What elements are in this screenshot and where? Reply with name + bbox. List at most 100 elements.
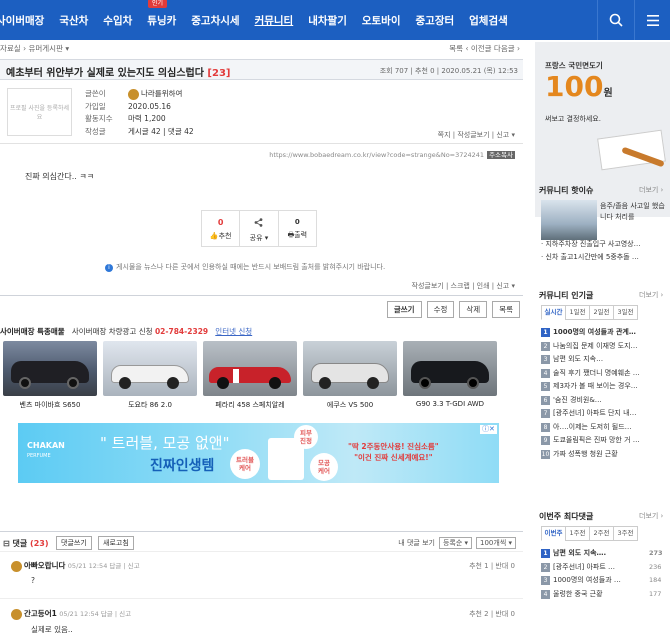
comment-text: ? xyxy=(31,576,35,585)
car-listing[interactable]: 페라리 458 스페치알레 xyxy=(203,341,297,410)
tab-1-day-ago[interactable]: 1일전 xyxy=(565,305,590,320)
weekly-item[interactable]: 1 남편 외도 지속…. 273 xyxy=(541,547,670,561)
comment-author-name[interactable]: 아빠오랍니다 xyxy=(24,561,65,570)
weekly-item[interactable]: 3 1000명의 여성들과 … 184 xyxy=(541,574,670,588)
comments-header: ⊟ 댓글 (23) 댓글쓰기 새로고침 내 댓글 보기 등록순 ▾ 100개씩 … xyxy=(0,535,523,551)
nav-used-market[interactable]: 중고장터 xyxy=(416,13,455,28)
comment-meta[interactable]: 05/21 12:54 답글 | 신고 xyxy=(68,562,140,570)
edit-button[interactable]: 수정 xyxy=(426,301,455,318)
tab-realtime[interactable]: 실시간 xyxy=(541,305,566,320)
popular-item[interactable]: 8 아….이제는 도저히 될드… xyxy=(541,421,640,435)
popular-more-link[interactable]: 더보기 › xyxy=(639,290,663,300)
refresh-comments-button[interactable]: 새로고침 xyxy=(98,536,134,550)
copy-url-button[interactable]: 주소복사 xyxy=(487,151,515,159)
car-listing[interactable]: G90 3.3 T-GDI AWD xyxy=(403,341,497,410)
breadcrumb-path[interactable]: 자료실 › 유머게시판 ▾ xyxy=(0,44,69,53)
car-photo xyxy=(103,341,197,396)
menu-button[interactable] xyxy=(634,0,670,40)
hot-issue-headline[interactable]: 음주/졸음 사고일 했습니다 처리를 xyxy=(600,201,670,223)
per-page-select[interactable]: 100개씩 ▾ xyxy=(476,537,516,549)
popular-item[interactable]: 1 1000명의 여성들과 관계… xyxy=(541,326,640,340)
post-bottom-links[interactable]: 작성글보기 | 스크랩 | 인쇄 | 신고 ▾ xyxy=(412,281,515,291)
post-likes: 추천 0 xyxy=(415,67,435,75)
print-button[interactable]: 0 🖶출력 xyxy=(279,211,316,246)
author-name[interactable]: 나라를위하여 xyxy=(141,89,182,98)
popular-item[interactable]: 2 나눔의집 문제 이재명 도지… xyxy=(541,340,640,354)
popular-title: 커뮤니티 인기글 xyxy=(539,291,594,300)
popular-item[interactable]: 9 도쿄올림픽은 진짜 망한 거 … xyxy=(541,434,640,448)
comment-author-name[interactable]: 간고등어1 xyxy=(24,609,57,618)
nav-tuning-cars[interactable]: 튜닝카 xyxy=(147,13,176,28)
author-actions[interactable]: 쪽지 | 작성글보기 | 신고 ▾ xyxy=(438,130,515,140)
main-menu: 사이버매장 국산차 수입차 튜닝카 중고차시세 커뮤니티 내차팔기 오토바이 중… xyxy=(0,0,523,40)
comment-meta[interactable]: 05/21 12:54 답글 | 신고 xyxy=(59,610,131,618)
tab-2-weeks-ago[interactable]: 2주전 xyxy=(589,526,614,541)
write-comment-button[interactable]: 댓글쓰기 xyxy=(56,536,92,550)
top-navigation-bar: 사이버매장 국산차 수입차 튜닝카 중고차시세 커뮤니티 내차팔기 오토바이 중… xyxy=(0,0,670,40)
tab-3-days-ago[interactable]: 3일전 xyxy=(613,305,638,320)
comments-title: ⊟ 댓글 (23) xyxy=(3,538,48,549)
ad-close-icon[interactable]: ⓘ✕ xyxy=(480,425,497,434)
weekly-more-link[interactable]: 더보기 › xyxy=(639,511,663,521)
copyright-notice: i 게시물을 뉴스나 다른 곳에서 인용하실 때에는 반드시 보배드림 출처를 밝… xyxy=(105,262,385,272)
nav-company-search[interactable]: 업체검색 xyxy=(469,13,508,28)
nav-motorcycles[interactable]: 오토바이 xyxy=(362,13,401,28)
comment-author: 아빠오랍니다 05/21 12:54 답글 | 신고 xyxy=(11,560,140,572)
author-posts[interactable]: 게시글 42 | 댓글 42 xyxy=(128,126,194,139)
featured-listings-title: 사이버매장 특종매물 xyxy=(0,327,65,336)
search-button[interactable] xyxy=(597,0,633,40)
ad-phone: 02-784-2329 xyxy=(154,327,209,336)
recommend-button[interactable]: 0 👍추천 xyxy=(202,211,241,246)
comment-votes[interactable]: 추천 1 | 반대 0 xyxy=(469,561,515,571)
share-label: 공유 ▾ xyxy=(249,234,269,242)
popular-item[interactable]: 10 가짜 성폭행 청원 근황 xyxy=(541,448,640,462)
post-comment-count[interactable]: [23] xyxy=(207,68,230,79)
advertisement-banner[interactable]: CHAKAN PERFUME " 트러블, 모공 없앤" 진짜인생템 트러블 케어… xyxy=(18,423,499,483)
tab-3-weeks-ago[interactable]: 3주전 xyxy=(613,526,638,541)
nav-cyber-store[interactable]: 사이버매장 xyxy=(0,13,44,28)
nav-imported-cars[interactable]: 수입차 xyxy=(103,13,132,28)
car-listing[interactable]: 에쿠스 VS 500 xyxy=(303,341,397,410)
weekly-item[interactable]: 2 [광주선녀] 아파트 … 236 xyxy=(541,561,670,575)
thumbs-up-icon: 👍 xyxy=(209,232,219,240)
write-button[interactable]: 글쓰기 xyxy=(386,301,422,318)
hot-issue-thumbnail[interactable] xyxy=(541,200,597,240)
popular-item[interactable]: 6 '숨진 경비원&… xyxy=(541,394,640,408)
list-button[interactable]: 목록 xyxy=(492,301,520,318)
my-comments-link[interactable]: 내 댓글 보기 xyxy=(398,538,435,548)
divider xyxy=(0,551,523,552)
comment-sort-controls: 내 댓글 보기 등록순 ▾ 100개씩 ▾ xyxy=(398,537,516,549)
hot-issue-item[interactable]: · 신차 출고1시간만에 5중추돌 … xyxy=(541,251,641,264)
info-label-author: 글쓴이 xyxy=(85,89,106,98)
popular-item[interactable]: 3 남편 외도 지속… xyxy=(541,353,640,367)
ad-request-label: 사이버매장 차량광고 신청 xyxy=(71,327,153,336)
delete-button[interactable]: 삭제 xyxy=(459,301,488,318)
post-navigation[interactable]: 목록 ‹ 이전글 다음글 › xyxy=(449,40,520,57)
tab-1-week-ago[interactable]: 1주전 xyxy=(565,526,590,541)
post-url: https://www.bobaedream.co.kr/view?code=s… xyxy=(269,149,515,159)
comments-toggle-icon[interactable]: ⊟ xyxy=(3,539,10,548)
nav-community[interactable]: 커뮤니티 xyxy=(255,13,294,28)
author-info: 글쓴이 나라를위하여 가입일 2020.05.16 활동지수 마력 1,200 작성글… xyxy=(85,88,194,138)
hot-issue-item[interactable]: · 지하주차장 진출입구 사고영상… xyxy=(541,238,641,251)
tab-2-days-ago[interactable]: 2일전 xyxy=(589,305,614,320)
car-name: 벤츠 마이바흐 S650 xyxy=(19,401,81,409)
internet-apply-link[interactable]: 인터넷 신청 xyxy=(215,327,252,336)
popular-item[interactable]: 7 [광주선녀] 아파트 단지 내… xyxy=(541,407,640,421)
car-listing[interactable]: 벤츠 마이바흐 S650 xyxy=(3,341,97,410)
popular-item[interactable]: 5 제3자가 볼 때 보이는 경우… xyxy=(541,380,640,394)
hot-issue-more-link[interactable]: 더보기 › xyxy=(639,185,663,195)
weekly-item[interactable]: 4 울렁한 중국 근황 177 xyxy=(541,588,670,602)
comments-count: (23) xyxy=(30,539,49,548)
banner-headline: " 트러블, 모공 없앤" xyxy=(100,434,230,452)
search-icon xyxy=(609,13,623,27)
sort-select[interactable]: 등록순 ▾ xyxy=(438,537,473,549)
nav-sell-my-car[interactable]: 내차팔기 xyxy=(308,13,347,28)
popular-item[interactable]: 4 술직 후기 쨌더니 명예훼손 … xyxy=(541,367,640,381)
nav-domestic-cars[interactable]: 국산차 xyxy=(59,13,88,28)
popular-tabs: 실시간 1일전 2일전 3일전 xyxy=(541,305,638,320)
tab-this-week[interactable]: 이번주 xyxy=(541,526,566,541)
share-button[interactable]: 공유 ▾ xyxy=(240,211,279,246)
nav-used-car-prices[interactable]: 중고차시세 xyxy=(191,13,239,28)
car-listing[interactable]: 도요타 86 2.0 xyxy=(103,341,197,410)
